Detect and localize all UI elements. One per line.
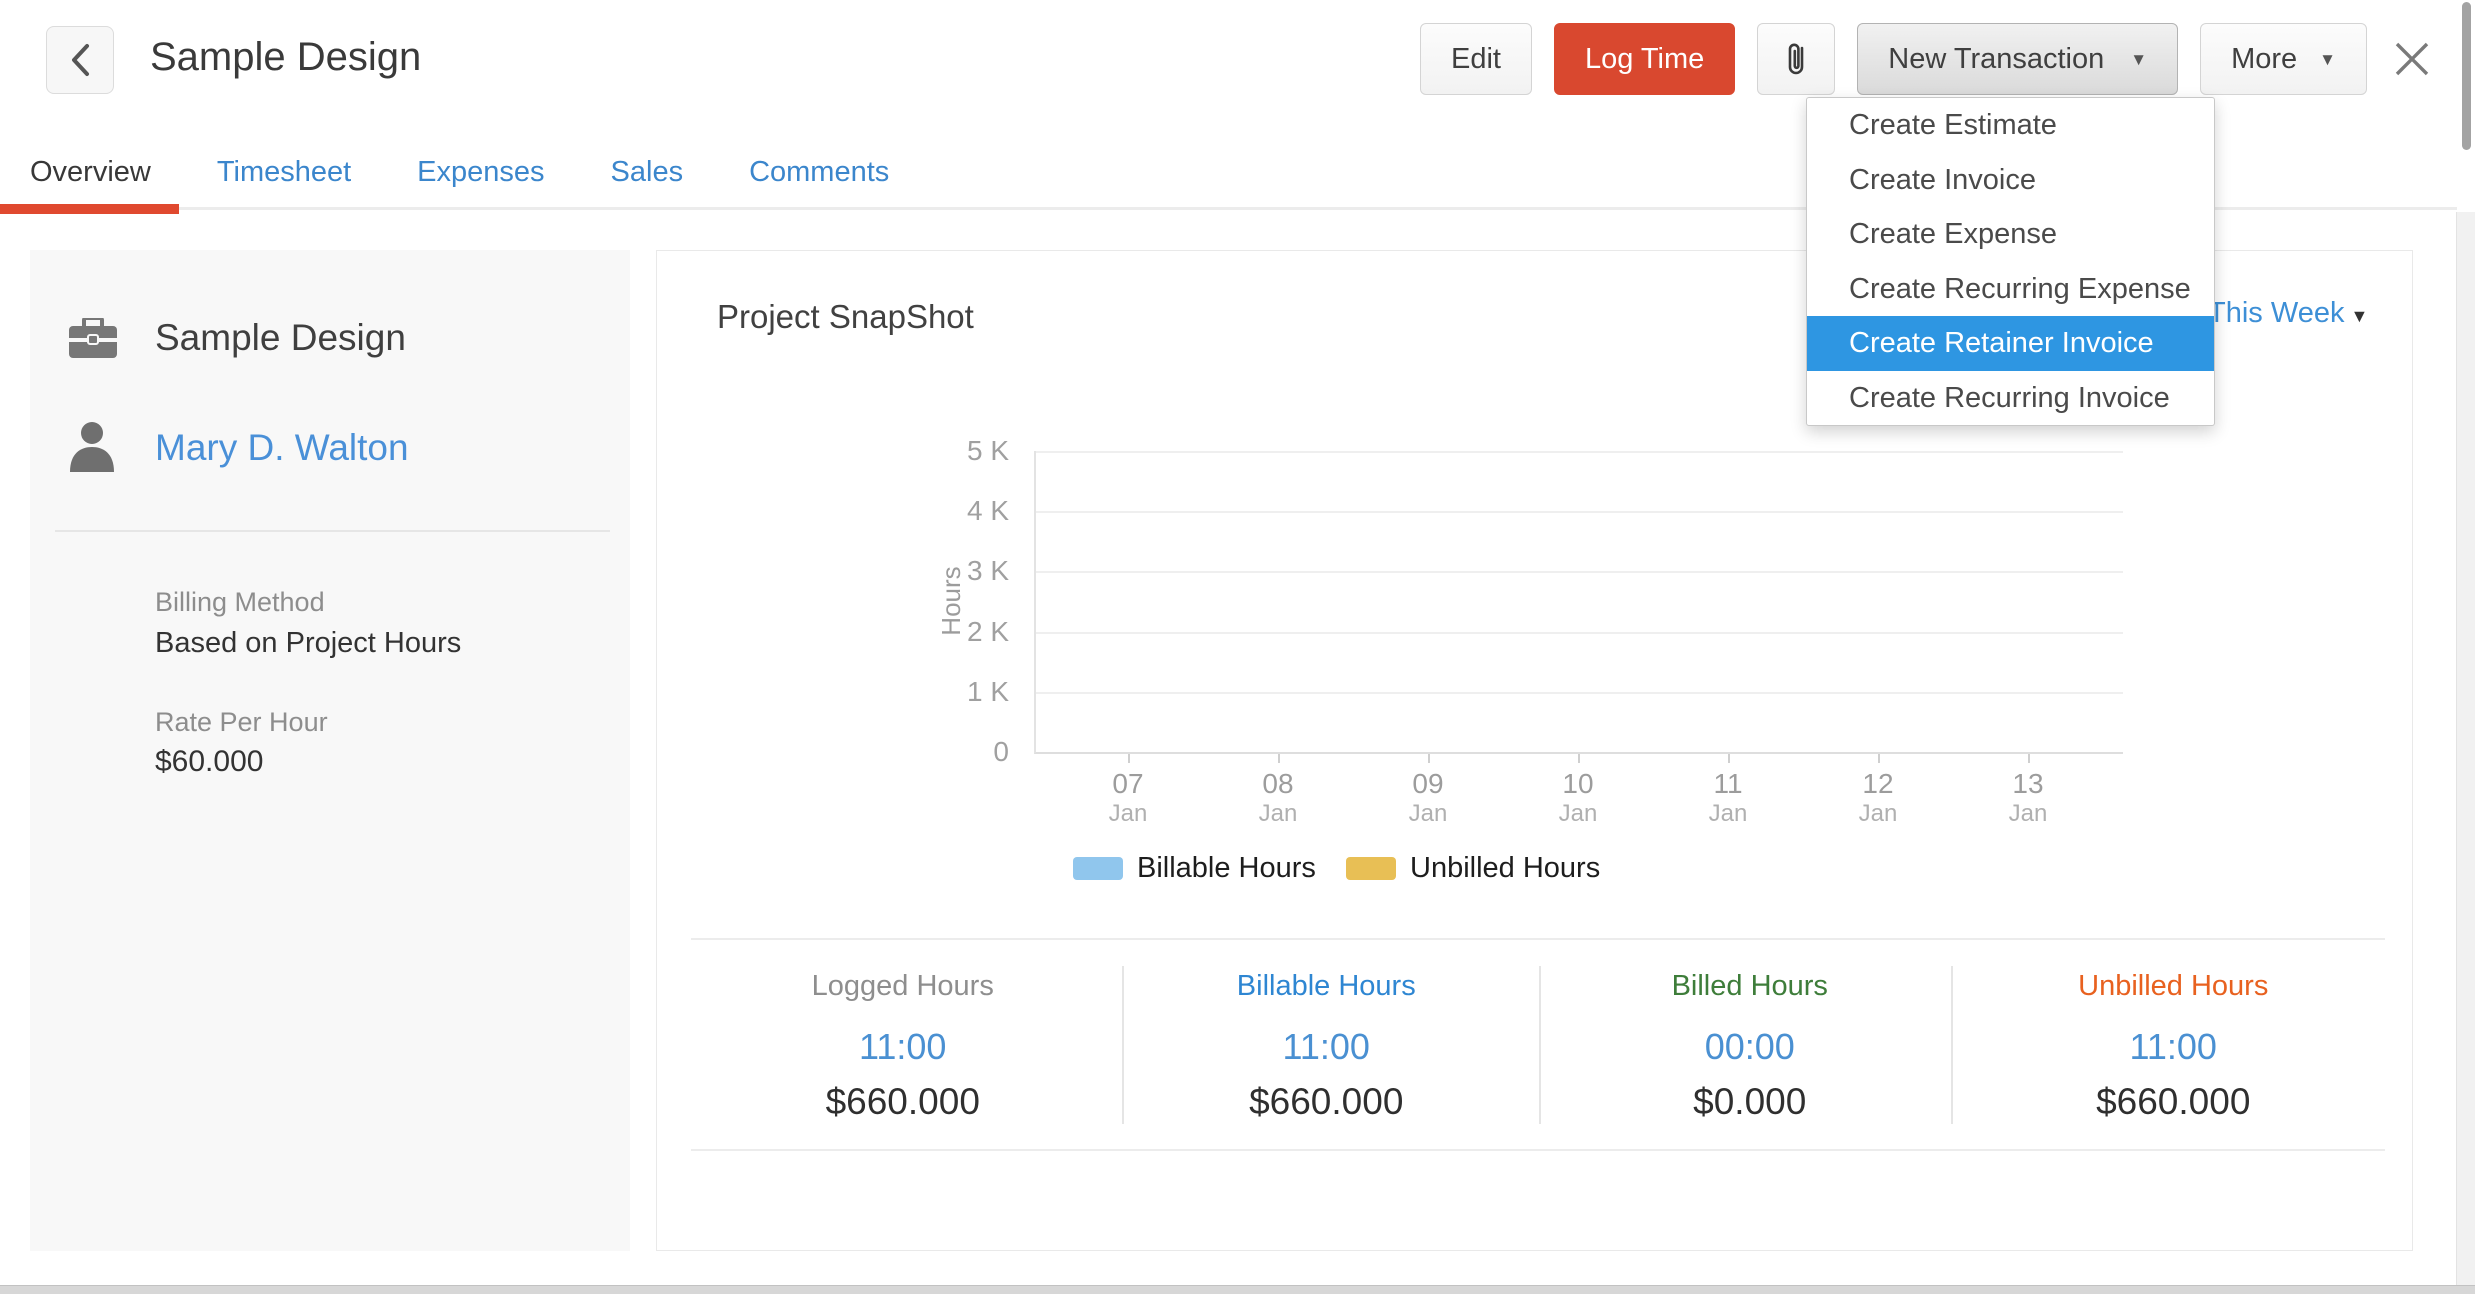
chevron-left-icon — [69, 42, 91, 78]
new-transaction-label: New Transaction — [1888, 43, 2104, 76]
x-axis-label: 09Jan — [1368, 768, 1488, 828]
gridline — [1036, 511, 2123, 513]
caret-down-icon: ▼ — [2130, 51, 2147, 68]
x-axis-label: 07Jan — [1068, 768, 1188, 828]
y-tick: 1 K — [889, 677, 1009, 707]
scrollbar-thumb[interactable] — [2462, 2, 2471, 150]
close-icon — [2391, 38, 2433, 80]
legend-swatch-0 — [1073, 857, 1123, 880]
y-tick: 4 K — [889, 496, 1009, 526]
tab-timesheet[interactable]: Timesheet — [189, 150, 379, 194]
menu-item-create-recurring-expense[interactable]: Create Recurring Expense — [1807, 262, 2214, 317]
stat-label-2: Billed Hours — [1538, 969, 1962, 1003]
stats-column-divider — [1122, 966, 1124, 1124]
menu-item-create-estimate[interactable]: Create Estimate — [1807, 98, 2214, 153]
x-tick — [1578, 754, 1580, 763]
log-time-button[interactable]: Log Time — [1554, 23, 1735, 95]
project-manager-link[interactable]: Mary D. Walton — [155, 426, 409, 470]
y-tick: 0 — [889, 737, 1009, 767]
gridline — [1036, 692, 2123, 694]
back-button[interactable] — [46, 26, 114, 94]
x-axis-label: 11Jan — [1668, 768, 1788, 828]
period-label: This Week — [2208, 297, 2344, 329]
more-label: More — [2231, 43, 2297, 76]
stats-column-divider — [1539, 966, 1541, 1124]
x-tick — [1428, 754, 1430, 763]
y-tick: 5 K — [889, 436, 1009, 466]
menu-item-create-retainer-invoice[interactable]: Create Retainer Invoice — [1807, 316, 2214, 371]
menu-item-create-expense[interactable]: Create Expense — [1807, 207, 2214, 262]
new-transaction-menu: Create Estimate Create Invoice Create Ex… — [1806, 97, 2215, 426]
legend-label: Billable Hours — [1137, 851, 1316, 885]
stat-amount-value: $0.000 — [1538, 1081, 1962, 1123]
briefcase-icon — [68, 318, 118, 360]
tab-sales[interactable]: Sales — [583, 150, 712, 194]
stat-hours-value: 11:00 — [1962, 1027, 2386, 1067]
stat-logged-hours: Logged Hours 11:00 $660.000 — [691, 951, 1115, 1141]
stats-bottom-divider — [691, 1149, 2385, 1151]
attachment-button[interactable] — [1757, 23, 1835, 95]
caret-down-icon: ▼ — [2350, 306, 2368, 326]
stat-amount-value: $660.000 — [1115, 1081, 1539, 1123]
x-axis-label: 08Jan — [1218, 768, 1338, 828]
snapshot-title: Project SnapShot — [717, 297, 974, 337]
stat-billable-hours: Billable Hours 11:00 $660.000 — [1115, 951, 1539, 1141]
bottom-edge-bar — [0, 1285, 2475, 1294]
x-axis-label: 13Jan — [1968, 768, 2088, 828]
page-title: Sample Design — [150, 22, 421, 92]
project-summary-panel: Sample Design Mary D. Walton Billing Met… — [30, 250, 630, 1251]
x-tick — [2028, 754, 2030, 763]
stats-column-divider — [1951, 966, 1953, 1124]
x-axis-label: 10Jan — [1518, 768, 1638, 828]
stat-hours-value: 11:00 — [691, 1027, 1115, 1067]
x-tick — [1728, 754, 1730, 763]
tab-comments[interactable]: Comments — [721, 150, 917, 194]
billing-method-label: Billing Method — [155, 587, 325, 617]
period-selector[interactable]: This Week ▼ — [2208, 295, 2368, 331]
rate-per-hour-label: Rate Per Hour — [155, 707, 328, 737]
project-name: Sample Design — [155, 316, 406, 360]
billing-method-value: Based on Project Hours — [155, 627, 461, 659]
panel-divider — [55, 530, 610, 532]
legend-item-billable[interactable]: Billable Hours — [1073, 851, 1316, 885]
stats-row: Logged Hours 11:00 $660.000 Billable Hou… — [691, 951, 2385, 1141]
new-transaction-button[interactable]: New Transaction ▼ — [1857, 23, 2178, 95]
stat-billed-hours: Billed Hours 00:00 $0.000 — [1538, 951, 1962, 1141]
stat-amount-value: $660.000 — [691, 1081, 1115, 1123]
x-tick — [1278, 754, 1280, 763]
menu-item-create-recurring-invoice[interactable]: Create Recurring Invoice — [1807, 371, 2214, 426]
gridline — [1036, 632, 2123, 634]
stat-label-1: Billable Hours — [1115, 969, 1539, 1003]
x-tick — [1878, 754, 1880, 763]
scrollbar-track[interactable] — [2456, 212, 2475, 1294]
stat-amount-value: $660.000 — [1962, 1081, 2386, 1123]
stats-top-divider — [691, 938, 2385, 940]
stat-unbilled-hours: Unbilled Hours 11:00 $660.000 — [1962, 951, 2386, 1141]
edit-button[interactable]: Edit — [1420, 23, 1532, 95]
y-axis-title: Hours — [936, 541, 966, 661]
stat-label-3: Unbilled Hours — [1962, 969, 2386, 1003]
menu-item-create-invoice[interactable]: Create Invoice — [1807, 153, 2214, 208]
tab-expenses[interactable]: Expenses — [389, 150, 572, 194]
legend-swatch-1 — [1346, 857, 1396, 880]
chart-plot-area — [1034, 451, 2123, 754]
header-actions: Edit Log Time New Transaction ▼ More ▼ — [1420, 24, 2435, 94]
person-icon — [68, 420, 116, 472]
gridline — [1036, 571, 2123, 573]
legend-item-unbilled[interactable]: Unbilled Hours — [1346, 851, 1600, 885]
paperclip-icon — [1782, 39, 1810, 79]
tab-overview[interactable]: Overview — [0, 150, 179, 194]
gridline — [1036, 451, 2123, 453]
caret-down-icon: ▼ — [2319, 51, 2336, 68]
x-tick — [1128, 754, 1130, 763]
stat-hours-value: 11:00 — [1115, 1027, 1539, 1067]
stat-hours-value: 00:00 — [1538, 1027, 1962, 1067]
rate-per-hour-value: $60.000 — [155, 746, 263, 778]
tabs: Overview Timesheet Expenses Sales Commen… — [0, 150, 917, 194]
x-axis-label: 12Jan — [1818, 768, 1938, 828]
more-button[interactable]: More ▼ — [2200, 23, 2367, 95]
legend-label: Unbilled Hours — [1410, 851, 1600, 885]
close-button[interactable] — [2389, 24, 2435, 94]
stat-label-0: Logged Hours — [691, 969, 1115, 1003]
